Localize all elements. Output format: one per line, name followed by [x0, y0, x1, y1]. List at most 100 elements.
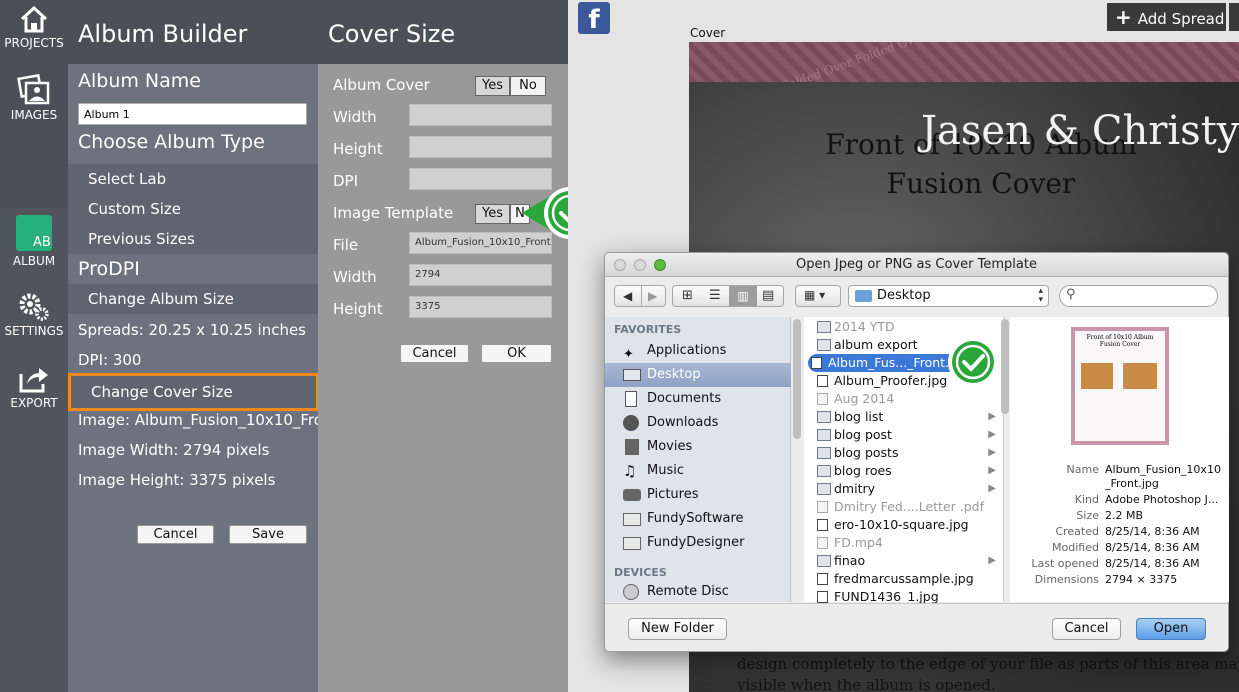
view-mode-buttons[interactable]: ⊞ ☰ ▥ ▤ — [672, 285, 784, 307]
forward-arrow-icon[interactable]: ▶ — [648, 289, 657, 303]
option-select-lab[interactable]: Select Lab — [68, 164, 318, 194]
devices-header: DEVICES — [614, 566, 667, 579]
file-row[interactable]: finao ▶ — [814, 552, 996, 570]
rail-item-settings[interactable]: SETTINGS — [0, 292, 68, 338]
sidebar-label: FundyDesigner — [647, 535, 745, 550]
height2-label: Height — [333, 300, 383, 318]
dpi-info: DPI: 300 — [78, 351, 142, 369]
list-view-icon[interactable]: ☰ — [709, 288, 721, 303]
sidebar-item-applications[interactable]: ✦ Applications — [605, 339, 791, 363]
save-button[interactable]: Save — [229, 525, 307, 544]
sidebar-label: Applications — [647, 343, 727, 358]
open-dialog: Open Jpeg or PNG as Cover Template ◀ ▶ ⊞… — [604, 252, 1229, 652]
fold-band: Folded Over Folded Over Folded Over Fold… — [689, 42, 1239, 120]
sidebar-item-documents[interactable]: Documents — [605, 387, 791, 411]
file-row[interactable]: Aug 2014 — [814, 390, 996, 408]
folder-icon — [623, 513, 641, 526]
option-previous-sizes[interactable]: Previous Sizes — [68, 224, 318, 254]
add-spread-button[interactable]: + Add Spread — [1107, 3, 1226, 31]
cover-bottom-text-1: design completely to the edge of your fi… — [737, 655, 1239, 673]
height2-field[interactable]: 3375 — [409, 296, 552, 318]
rail-label-settings: SETTINGS — [4, 324, 64, 338]
sidebar-item-fundydesigner[interactable]: FundyDesigner — [605, 531, 791, 555]
images-icon — [17, 74, 50, 105]
rail-label-images: IMAGES — [10, 108, 58, 122]
file-row[interactable]: blog post ▶ — [814, 426, 996, 444]
image-info: Image: Album_Fusion_10x10_Front — [78, 411, 318, 429]
rail-item-images[interactable]: IMAGES — [0, 74, 68, 122]
sidebar-item-movies[interactable]: Movies — [605, 435, 791, 459]
width2-field[interactable]: 2794 — [409, 264, 552, 286]
preview-name-val-2: _Front.jpg — [1105, 477, 1159, 490]
album-cover-no[interactable]: No — [510, 76, 546, 96]
dialog-open-button[interactable]: Open — [1136, 618, 1206, 640]
file-row[interactable]: dmitry ▶ — [814, 480, 996, 498]
finder-sidebar: FAVORITES ✦ Applications Desktop Document… — [605, 317, 801, 602]
preview-dims-val: 2794 × 3375 — [1105, 573, 1178, 586]
change-album-size-button[interactable]: Change Album Size — [68, 284, 318, 314]
height-field[interactable] — [409, 136, 552, 158]
file-row[interactable]: FD.mp4 — [814, 534, 996, 552]
icon-view-icon[interactable]: ⊞ — [682, 288, 693, 303]
rail-label-projects: PROJECTS — [4, 36, 64, 50]
album-name-label: Album Name — [68, 70, 318, 92]
sidebar-scrollbar[interactable] — [793, 319, 801, 439]
sidebar-item-fundysoftware[interactable]: FundySoftware — [605, 507, 791, 531]
rail-item-export[interactable]: EXPORT — [0, 364, 68, 410]
dialog-title: Open Jpeg or PNG as Cover Template — [796, 257, 1037, 272]
rail-item-projects[interactable]: PROJECTS — [0, 4, 68, 50]
file-row[interactable]: blog roes ▶ — [814, 462, 996, 480]
sidebar-item-desktop[interactable]: Desktop — [605, 363, 791, 387]
option-custom-size[interactable]: Custom Size — [68, 194, 318, 224]
folder-icon — [817, 321, 831, 333]
change-cover-size-button[interactable]: Change Cover Size — [68, 373, 319, 411]
desktop-icon — [623, 369, 641, 381]
folder-icon — [817, 555, 831, 567]
location-label: Desktop — [877, 288, 931, 303]
folder-icon — [817, 447, 831, 459]
location-popup[interactable]: Desktop ▴ ▾ — [848, 285, 1049, 307]
sidebar-item-pictures[interactable]: Pictures — [605, 483, 791, 507]
coverflow-view-icon[interactable]: ▤ — [762, 288, 774, 303]
arrange-button[interactable]: ▦ ▾ — [795, 285, 841, 307]
sidebar-label: Music — [647, 463, 684, 478]
favorites-header: FAVORITES — [614, 323, 682, 336]
rail-lower — [0, 208, 68, 692]
file-name: blog roes — [834, 463, 892, 478]
height-label: Height — [333, 140, 383, 158]
preview-opened-val: 8/25/14, 8:36 AM — [1105, 557, 1200, 570]
file-row[interactable]: 2014 YTD — [814, 318, 996, 336]
sidebar-item-music[interactable]: ♫ Music — [605, 459, 791, 483]
file-row[interactable]: Dmitry Fed....Letter .pdf — [814, 498, 996, 516]
folder-icon — [817, 465, 831, 477]
album-icon: AB — [16, 215, 52, 251]
rail-item-album[interactable]: AB ALBUM — [0, 214, 68, 268]
file-row[interactable]: blog posts ▶ — [814, 444, 996, 462]
back-arrow-icon[interactable]: ◀ — [623, 289, 632, 303]
back-forward-buttons[interactable]: ◀ ▶ — [614, 285, 666, 307]
file-row[interactable]: fredmarcussample.jpg — [814, 570, 996, 588]
cover-ok-button[interactable]: OK — [481, 344, 552, 363]
cover-size-title: Cover Size — [318, 0, 568, 64]
cover-cancel-button[interactable]: Cancel — [400, 344, 469, 363]
sidebar-item-remote-disc[interactable]: Remote Disc — [605, 582, 791, 602]
file-row[interactable]: ero-10x10-square.jpg — [814, 516, 996, 534]
column-view-icon[interactable]: ▥ — [729, 286, 757, 306]
preview-opened-key: Last opened — [1031, 557, 1099, 570]
search-field[interactable]: ⚲ — [1059, 285, 1218, 307]
sidebar-label: Movies — [647, 439, 693, 454]
dialog-cancel-button[interactable]: Cancel — [1052, 618, 1121, 640]
file-row[interactable]: blog list ▶ — [814, 408, 996, 426]
rail-label-album: ALBUM — [12, 254, 56, 268]
sidebar-item-downloads[interactable]: Downloads — [605, 411, 791, 435]
cancel-button[interactable]: Cancel — [137, 525, 214, 544]
album-name-input[interactable] — [78, 103, 307, 125]
album-cover-yes[interactable]: Yes — [475, 76, 510, 96]
facebook-icon[interactable]: f — [578, 2, 610, 35]
image-template-yes[interactable]: Yes — [475, 204, 510, 224]
sidebar-label: Downloads — [647, 415, 719, 430]
new-folder-button[interactable]: New Folder — [628, 618, 727, 640]
extra-button[interactable] — [1229, 3, 1239, 31]
file-scrollbar[interactable] — [1001, 319, 1009, 414]
width-field[interactable] — [409, 104, 552, 126]
